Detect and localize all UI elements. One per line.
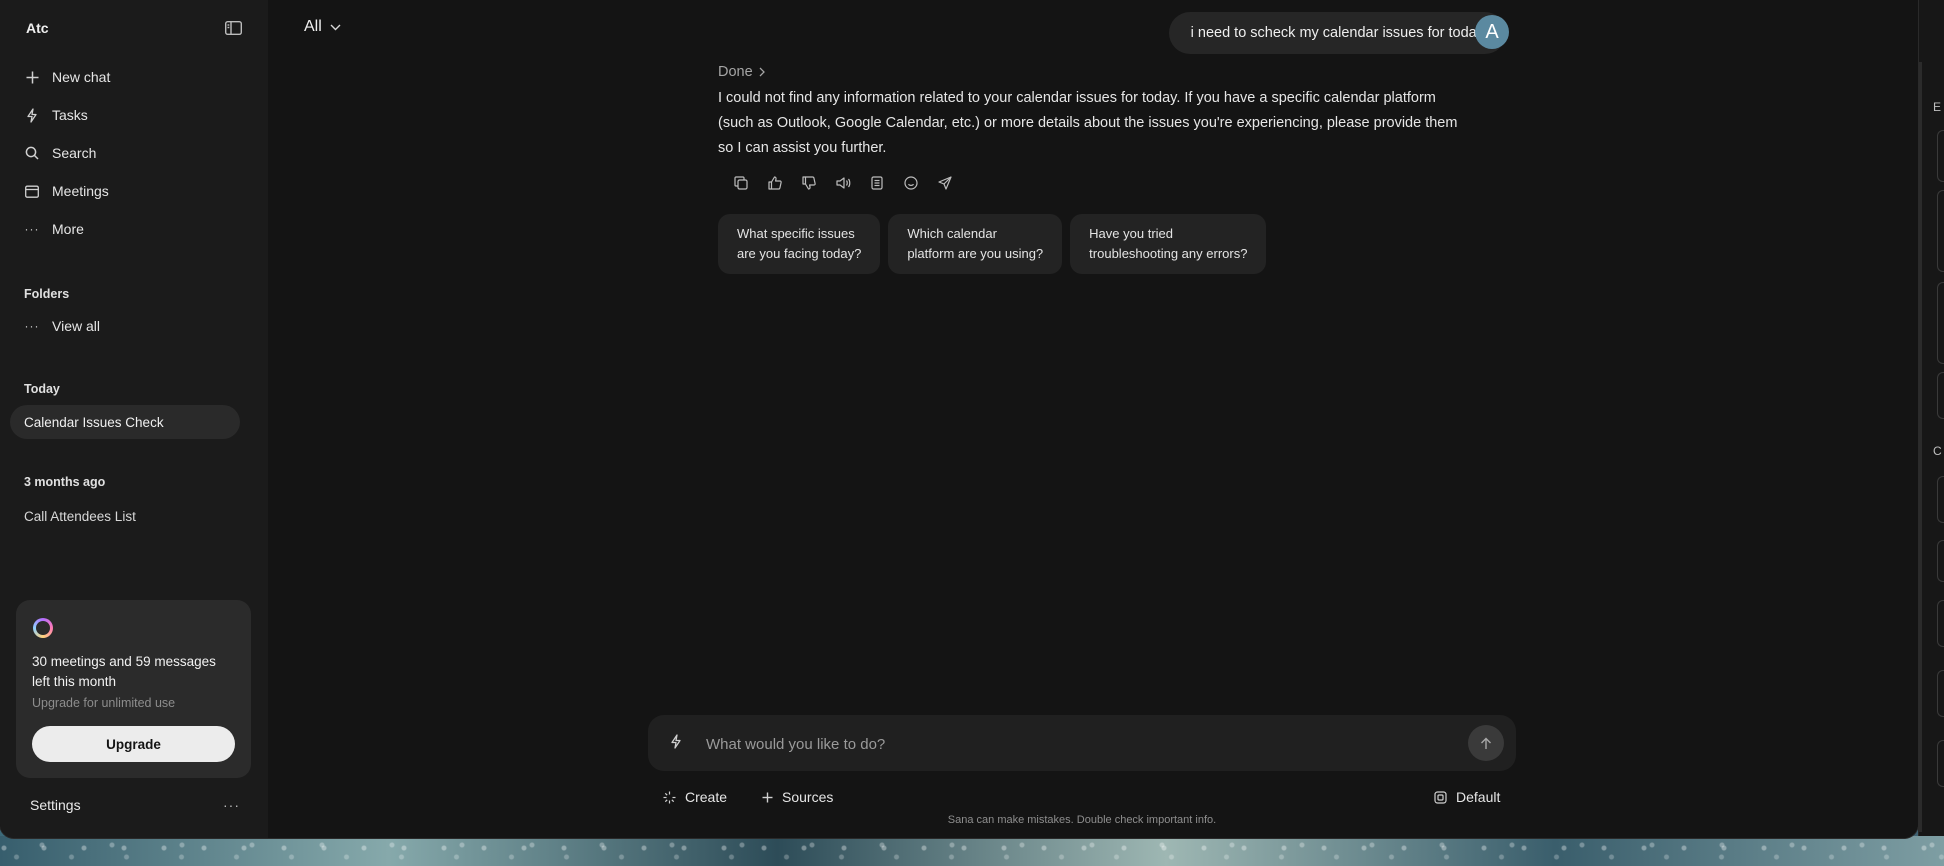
workspace-name[interactable]: Atc bbox=[26, 20, 49, 36]
upgrade-button[interactable]: Upgrade bbox=[32, 726, 235, 762]
calendar-icon bbox=[24, 183, 40, 199]
chat-item-call-attendees-list[interactable]: Call Attendees List bbox=[10, 499, 240, 533]
side-panel-card[interactable] bbox=[1937, 740, 1944, 787]
search-icon bbox=[24, 145, 40, 161]
copy-icon bbox=[734, 176, 748, 190]
prompt-input[interactable] bbox=[704, 729, 1438, 759]
thumbs-down-icon bbox=[802, 176, 816, 190]
folders-view-all[interactable]: ··· View all bbox=[24, 312, 244, 340]
sidebar-item-label: Search bbox=[52, 145, 97, 161]
sidebar-item-tasks[interactable]: Tasks bbox=[24, 101, 244, 129]
create-button[interactable]: Create bbox=[663, 786, 727, 808]
smiley-icon bbox=[904, 176, 918, 190]
usage-text: 30 meetings and 59 messages left this mo… bbox=[32, 654, 216, 689]
sidebar-item-label: Tasks bbox=[52, 107, 88, 123]
sidebar-item-meetings[interactable]: Meetings bbox=[24, 177, 244, 205]
plus-icon bbox=[24, 69, 40, 85]
thumbs-down-button[interactable] bbox=[792, 172, 826, 194]
document-icon bbox=[871, 176, 883, 190]
send-icon bbox=[938, 176, 952, 190]
side-panel-edge: E C bbox=[1918, 0, 1944, 836]
suggestion-chip[interactable]: What specific issues are you facing toda… bbox=[718, 214, 881, 274]
speaker-icon bbox=[835, 177, 850, 189]
filter-dropdown[interactable]: All bbox=[304, 18, 341, 36]
more-dots-icon: ··· bbox=[24, 222, 40, 236]
sidebar-item-search[interactable]: Search bbox=[24, 139, 244, 167]
arrow-up-icon bbox=[1481, 737, 1491, 749]
suggestion-chips: What specific issues are you facing toda… bbox=[718, 214, 1267, 274]
today-heading: Today bbox=[24, 382, 60, 396]
share-button[interactable] bbox=[928, 172, 962, 194]
side-panel-card[interactable] bbox=[1937, 282, 1944, 364]
message-actions bbox=[724, 172, 962, 194]
sidebar-item-label: Meetings bbox=[52, 183, 109, 199]
side-panel-letter: E bbox=[1933, 100, 1942, 114]
model-mode-button[interactable]: Default bbox=[1434, 786, 1500, 808]
chat-item-calendar-issues-check[interactable]: Calendar Issues Check bbox=[10, 405, 240, 439]
sparkle-icon bbox=[663, 791, 676, 803]
status-label: Done bbox=[718, 64, 753, 80]
chip-icon bbox=[1434, 790, 1447, 804]
model-mode-label: Default bbox=[1456, 789, 1501, 805]
side-panel-card[interactable] bbox=[1937, 540, 1944, 582]
read-aloud-button[interactable] bbox=[826, 172, 860, 194]
composer bbox=[648, 715, 1516, 771]
settings-more-icon[interactable]: ··· bbox=[223, 797, 240, 813]
send-button[interactable] bbox=[1468, 725, 1504, 761]
side-panel-card[interactable] bbox=[1937, 600, 1944, 647]
settings-row[interactable]: Settings ··· bbox=[30, 794, 240, 816]
suggestion-chip[interactable]: Which calendar platform are you using? bbox=[888, 214, 1063, 274]
side-panel-card[interactable] bbox=[1937, 130, 1944, 182]
create-label: Create bbox=[685, 789, 728, 805]
assistant-answer: I could not find any information related… bbox=[718, 90, 1458, 156]
bolt-icon bbox=[24, 107, 40, 123]
side-panel-card[interactable] bbox=[1937, 190, 1944, 272]
chevron-right-icon bbox=[759, 67, 765, 77]
feedback-button[interactable] bbox=[894, 172, 928, 194]
folders-heading: Folders bbox=[24, 287, 70, 301]
thumbs-up-icon bbox=[768, 176, 782, 190]
sidebar-item-new-chat[interactable]: New chat bbox=[24, 63, 244, 91]
bolt-icon[interactable] bbox=[670, 734, 682, 749]
plus-icon bbox=[762, 792, 773, 802]
status-toggle[interactable]: Done bbox=[718, 64, 765, 80]
save-note-button[interactable] bbox=[860, 172, 894, 194]
filter-value: All bbox=[304, 18, 322, 35]
sidebar-item-label: New chat bbox=[52, 69, 111, 85]
settings-label: Settings bbox=[30, 797, 81, 813]
sidebar-item-more[interactable]: ··· More bbox=[24, 215, 244, 243]
sidebar: Atc New chat Tasks Search Meetings ··· M… bbox=[0, 0, 268, 838]
copy-button[interactable] bbox=[724, 172, 758, 194]
sidebar-toggle-button[interactable] bbox=[222, 18, 244, 38]
chevron-down-icon bbox=[330, 24, 341, 30]
usage-subtext: Upgrade for unlimited use bbox=[32, 696, 176, 710]
usage-ring-icon bbox=[33, 618, 53, 638]
side-panel-letter: C bbox=[1933, 444, 1942, 458]
usage-card: 30 meetings and 59 messages left this mo… bbox=[16, 600, 251, 778]
sidebar-item-label: More bbox=[52, 221, 84, 237]
suggestion-chip[interactable]: Have you tried troubleshooting any error… bbox=[1070, 214, 1267, 274]
main-panel: All i need to scheck my calendar issues … bbox=[268, 0, 1918, 838]
sidebar-panel-icon bbox=[224, 21, 242, 35]
avatar[interactable]: A bbox=[1475, 15, 1509, 49]
thumbs-up-button[interactable] bbox=[758, 172, 792, 194]
older-heading: 3 months ago bbox=[24, 475, 106, 489]
desktop-wallpaper bbox=[0, 836, 1944, 866]
folders-view-all-label: View all bbox=[52, 318, 100, 334]
side-panel-card[interactable] bbox=[1937, 476, 1944, 523]
user-message: i need to scheck my calendar issues for … bbox=[1168, 12, 1506, 54]
side-panel-card[interactable] bbox=[1937, 372, 1944, 419]
sources-label: Sources bbox=[782, 789, 834, 805]
more-dots-icon: ··· bbox=[24, 319, 40, 333]
app-window: Atc New chat Tasks Search Meetings ··· M… bbox=[0, 0, 1918, 838]
sources-button[interactable]: Sources bbox=[762, 786, 833, 808]
side-panel-card[interactable] bbox=[1937, 670, 1944, 717]
disclaimer: Sana can make mistakes. Double check imp… bbox=[947, 814, 1217, 826]
scrollbar[interactable] bbox=[1919, 62, 1922, 832]
